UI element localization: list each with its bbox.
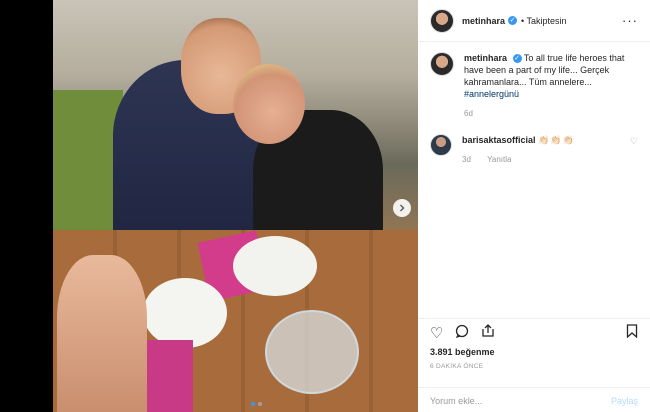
avatar[interactable] [430,8,454,33]
caption-age: 6d [464,109,473,118]
follow-status[interactable]: • Takiptesin [521,16,567,26]
caption-body: metinhara ✓ To all true life heroes that… [464,52,634,120]
comment-like-icon[interactable]: ♡ [630,136,638,147]
caption: metinhara ✓ To all true life heroes that… [430,52,638,120]
verified-badge-icon: ✓ [512,54,522,64]
post-time: 6 DAKİKA ÖNCE [430,363,484,370]
hashtag-link[interactable]: #annelergünü [464,89,519,99]
instagram-post-modal: metinhara ✓ • Takiptesin ··· metinhara ✓… [0,0,650,412]
avatar[interactable] [430,52,454,76]
comment-age: 3d [462,155,471,164]
comment-text: 👏🏻👏🏻👏🏻 [538,135,575,145]
likes-count[interactable]: 3.891 beğenme [430,347,638,357]
post-comment-button[interactable]: Paylaş [611,396,638,406]
comment-icon[interactable] [455,324,469,342]
photo-plate [233,236,317,296]
heart-icon[interactable]: ♡ [430,324,443,342]
post-header: metinhara ✓ • Takiptesin ··· [418,0,650,42]
chevron-right-icon[interactable] [393,199,411,217]
more-options-icon[interactable]: ··· [622,13,638,28]
photo-paint-tray [265,310,359,394]
carousel-dot [258,402,262,406]
photo-plate [143,278,227,348]
photo-napkin [143,340,193,412]
reply-button[interactable]: Yanıtla [487,155,511,164]
header-username[interactable]: metinhara [462,16,505,26]
comment-meta: 3d Yanıtla [462,154,630,166]
share-icon[interactable] [481,324,495,342]
caption-username[interactable]: metinhara [464,53,507,63]
add-comment-input[interactable]: Yorum ekle... [430,396,482,406]
carousel-dots [251,402,262,406]
bookmark-icon[interactable] [626,324,638,342]
comment-username[interactable]: barisaktasofficial [462,135,536,145]
photo-woman-head [233,64,305,144]
photo-hand [57,255,147,412]
post-actions: ♡ 3.891 beğenme 6 DAKİKA ÖNCE Yorum ekle… [418,318,650,412]
add-comment-bar: Yorum ekle... Paylaş [418,387,650,412]
avatar[interactable] [430,134,452,156]
carousel-dot-active [251,402,255,406]
post-photo[interactable] [53,0,418,412]
comment-item: barisaktasofficial 👏🏻👏🏻👏🏻 3d Yanıtla ♡ [430,134,638,166]
action-icons: ♡ [430,319,638,347]
comments-list: metinhara ✓ To all true life heroes that… [418,42,650,310]
comment-body: barisaktasofficial 👏🏻👏🏻👏🏻 3d Yanıtla [462,134,630,166]
verified-badge-icon: ✓ [508,16,518,25]
post-side-panel: metinhara ✓ • Takiptesin ··· metinhara ✓… [418,0,650,412]
